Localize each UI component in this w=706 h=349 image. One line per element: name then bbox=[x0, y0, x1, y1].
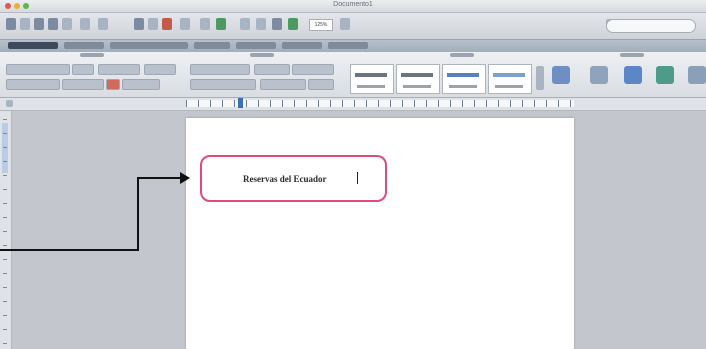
pointer-arrow bbox=[0, 172, 190, 251]
arrow-head-icon bbox=[180, 172, 190, 184]
arrow-line bbox=[0, 177, 182, 251]
